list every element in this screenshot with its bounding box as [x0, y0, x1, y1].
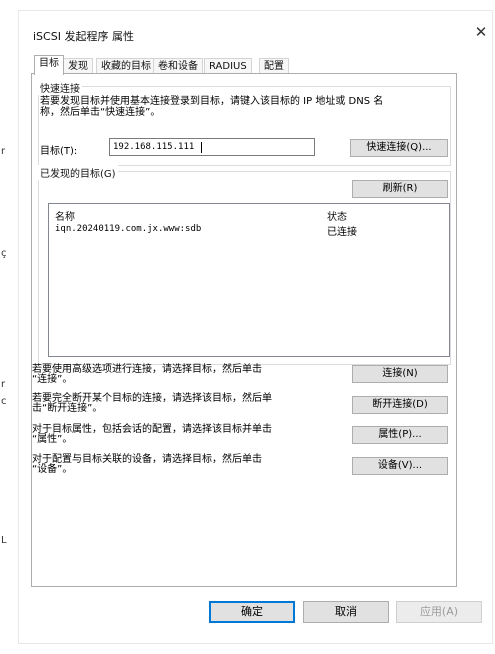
quick-connect-group-title: 快速连接: [38, 80, 82, 95]
connect-description-2: “连接”。: [32, 374, 73, 385]
discovered-targets-group-title: 已发现的目标(G): [38, 165, 118, 180]
tab-label: 目标: [39, 58, 59, 69]
target-status-cell: 已连接: [327, 227, 357, 238]
target-input[interactable]: 192.168.115.111: [109, 138, 315, 156]
apply-button[interactable]: 应用(A): [396, 601, 482, 623]
background-edge-char: r: [1, 379, 6, 390]
column-header-status[interactable]: 状态: [327, 208, 347, 223]
tab-label: 发现: [68, 61, 88, 72]
quick-connect-button[interactable]: 快速连接(Q)...: [350, 139, 448, 157]
connect-button[interactable]: 连接(N): [352, 365, 448, 383]
background-edge-char: ç: [1, 248, 7, 259]
tab-label: 收藏的目标: [101, 61, 151, 72]
window-title: iSCSI 发起程序 属性: [33, 30, 134, 43]
table-row[interactable]: iqn.20240119.com.jx.www:sdb 已连接: [49, 222, 447, 238]
devices-button-label: 设备(V)...: [377, 460, 423, 471]
properties-button[interactable]: 属性(P)...: [352, 426, 448, 444]
devices-description-2: “设备”。: [32, 464, 73, 475]
quick-connect-description: 若要发现目标并使用基本连接登录到目标，请键入该目标的 IP 地址或 DNS 名: [40, 96, 384, 107]
cancel-button[interactable]: 取消: [303, 601, 389, 623]
text-caret: [201, 142, 202, 153]
disconnect-description-2: 击“断开连接”。: [32, 403, 103, 414]
disconnect-button-label: 断开连接(D): [372, 399, 428, 410]
disconnect-button[interactable]: 断开连接(D): [352, 396, 448, 414]
target-name-cell: iqn.20240119.com.jx.www:sdb: [55, 224, 202, 234]
tab-label: 配置: [264, 61, 284, 72]
close-icon[interactable]: ✕: [473, 24, 489, 40]
tab-label: 卷和设备: [158, 61, 198, 72]
tab-targets[interactable]: 目标: [34, 55, 64, 75]
column-header-name[interactable]: 名称: [55, 208, 75, 223]
target-label: 目标(T):: [40, 146, 78, 157]
quick-connect-button-label: 快速连接(Q)...: [366, 142, 432, 153]
discovered-targets-list[interactable]: 名称 状态 iqn.20240119.com.jx.www:sdb 已连接: [48, 203, 450, 357]
ok-button[interactable]: 确定: [209, 601, 295, 623]
properties-description-2: “属性”。: [32, 434, 73, 445]
refresh-button[interactable]: 刷新(R): [352, 180, 448, 198]
apply-button-label: 应用(A): [419, 605, 459, 618]
background-edge-char: c: [1, 396, 7, 407]
background-edge-char: r: [1, 146, 6, 157]
devices-button[interactable]: 设备(V)...: [352, 457, 448, 475]
tab-label: RADIUS: [209, 61, 247, 72]
ok-button-label: 确定: [241, 605, 263, 618]
refresh-button-label: 刷新(R): [382, 183, 418, 194]
cancel-button-label: 取消: [335, 605, 357, 618]
target-input-value: 192.168.115.111: [113, 142, 195, 152]
background-edge-char: L: [1, 535, 7, 546]
connect-button-label: 连接(N): [382, 368, 418, 379]
quick-connect-description-2: 称，然后单击“快速连接”。: [40, 107, 161, 118]
properties-button-label: 属性(P)...: [378, 429, 422, 440]
